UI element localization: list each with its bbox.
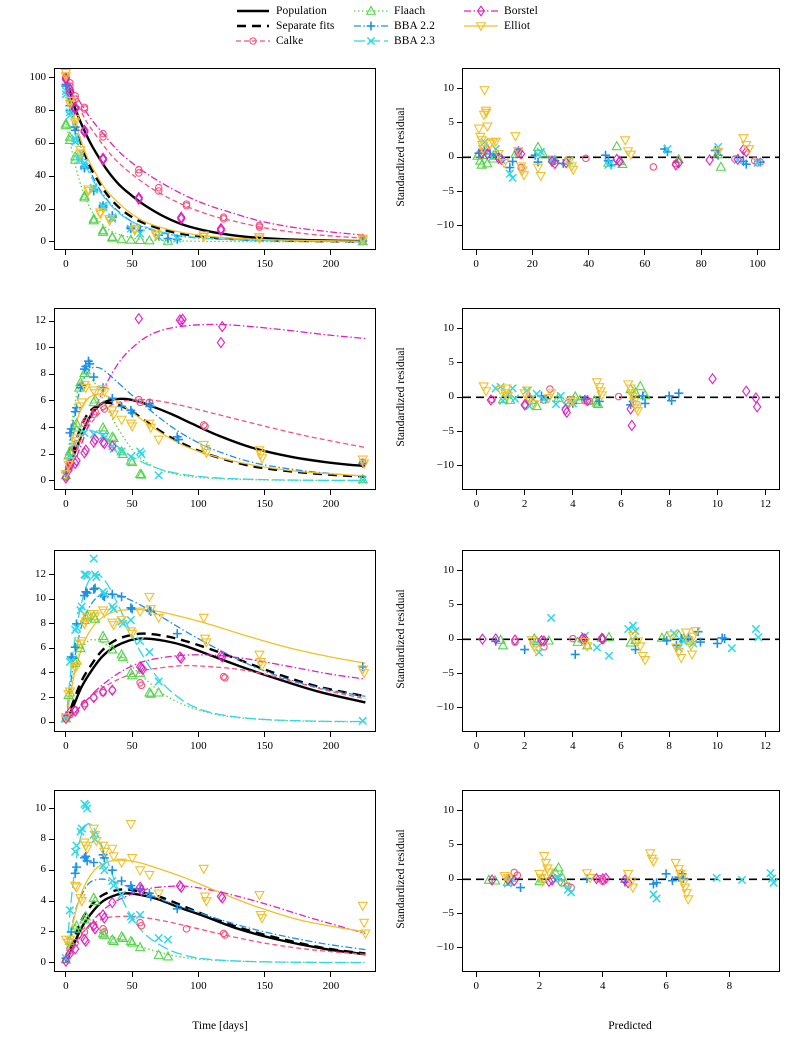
- x-tick-label: 2: [536, 980, 543, 992]
- y-tick-mark: [457, 913, 462, 915]
- y-tick-mark: [457, 844, 462, 846]
- y-tick-label: 5: [448, 837, 455, 850]
- x-tick-label: 4: [600, 980, 606, 992]
- y-axis-label: Standardized residual: [395, 829, 407, 929]
- x-tick-label: 8: [726, 980, 733, 992]
- data-point-elliot: [644, 849, 656, 859]
- data-point-bba-2-2: [516, 883, 526, 892]
- y-tick-label: −5: [442, 906, 454, 919]
- y-tick-label: 10: [443, 803, 454, 816]
- x-tick-label: 0: [473, 980, 479, 992]
- y-tick-mark: [457, 947, 462, 949]
- data-point-bba-2-2: [661, 869, 671, 879]
- data-point-elliot: [648, 857, 659, 868]
- data-point-bba-2-3: [652, 894, 661, 903]
- x-tick-label: 6: [663, 980, 669, 992]
- x-tick-mark: [539, 972, 541, 977]
- x-tick-mark: [602, 972, 604, 977]
- x-axis-label-right: Predicted: [608, 1020, 652, 1032]
- data-point-elliot: [540, 858, 552, 869]
- x-tick-mark: [665, 972, 667, 977]
- data-point-elliot: [670, 858, 681, 869]
- data-point-bba-2-3: [566, 888, 576, 897]
- plot-panel-row4-right: 0 2 4 6 8 −10 −5 0 5 10 Standardized residual: [0, 0, 798, 1047]
- y-tick-mark: [457, 878, 462, 880]
- y-tick-mark: [457, 810, 462, 812]
- data-point-bba-2-3: [766, 868, 775, 878]
- data-point-bba-2-3: [712, 873, 721, 883]
- x-tick-mark: [728, 972, 730, 977]
- y-tick-label: −10: [436, 940, 454, 953]
- x-tick-mark: [475, 972, 477, 977]
- figure-root: Population Separate fits Calke Flaach BBA 2.…: [0, 0, 798, 1047]
- x-axis-label-left: Time [days]: [192, 1020, 248, 1032]
- y-tick-label: 0: [448, 872, 455, 885]
- data-point-elliot: [682, 895, 694, 905]
